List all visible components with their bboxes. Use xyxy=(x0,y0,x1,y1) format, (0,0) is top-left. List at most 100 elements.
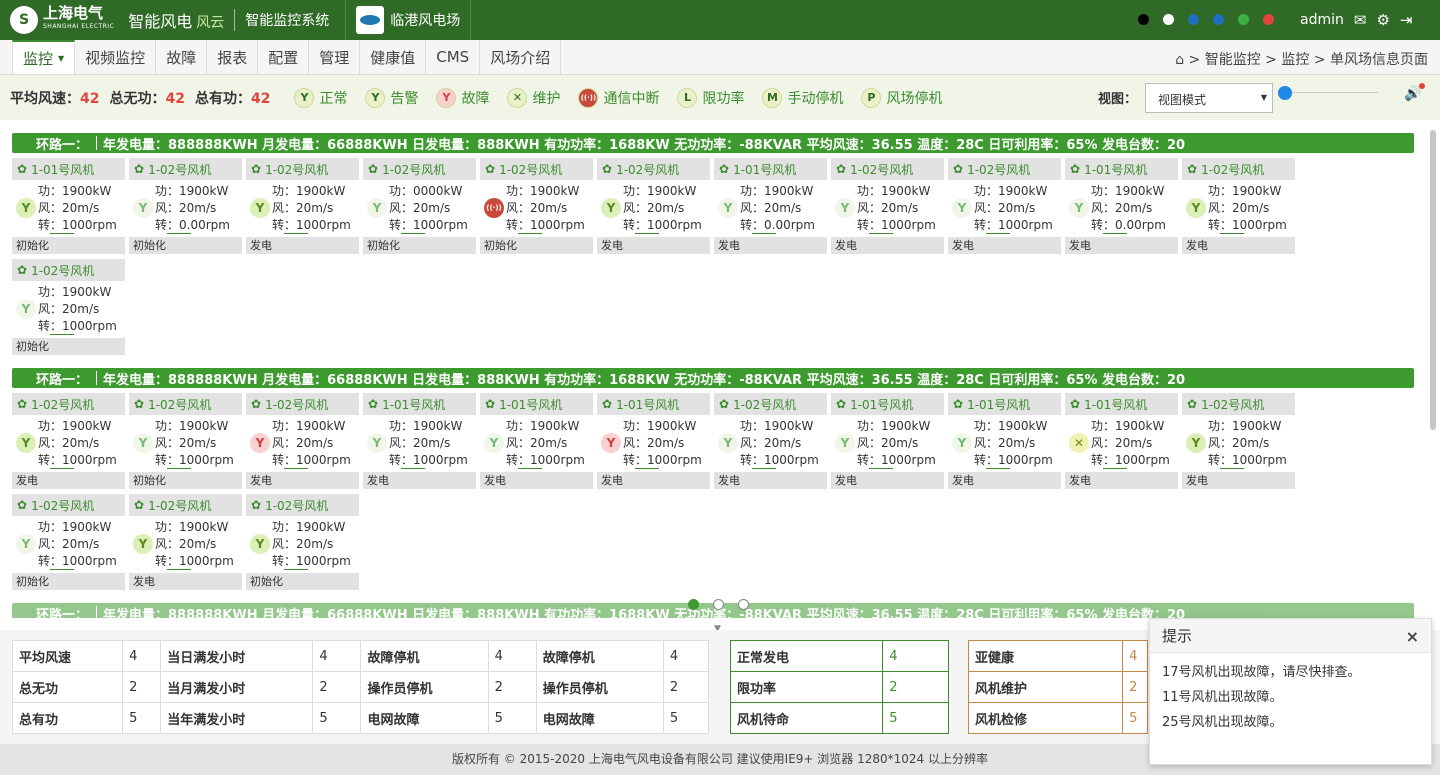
turbine-card[interactable]: ✿ 1-02号风机 Y 功：0000kW 风：20m/s 转：1000rpm 初始化 xyxy=(363,158,476,254)
turbine-card[interactable]: ✿ 1-01号风机 Y 功：1900kW 风：20m/s 转：0.00rpm 发电 xyxy=(714,158,827,254)
divider xyxy=(96,606,98,618)
turbine-wind: 风：20m/s xyxy=(1208,436,1270,450)
turbine-card[interactable]: ✿ 1-02号风机 ((·)) 功：1900kW 风：20m/s 转：1000rpm 初始化 xyxy=(480,158,593,254)
view-label: 视图： xyxy=(1098,92,1138,107)
theme-dot[interactable] xyxy=(1163,14,1174,25)
turbine-card[interactable]: ✿ 1-01号风机 Y 功：1900kW 风：20m/s 转：1000rpm 发电 xyxy=(597,393,710,489)
turbine-status: 发电 xyxy=(246,472,359,489)
turbine-status-icon: Y xyxy=(250,433,270,453)
turbine-wind: 风：20m/s xyxy=(155,436,217,450)
turbine-card[interactable]: ✿ 1-02号风机 Y 功：1900kW 风：20m/s 转：1000rpm 发电 xyxy=(246,393,359,489)
summary-value: 2 xyxy=(122,671,162,703)
turbine-card[interactable]: ✿ 1-01号风机 Y 功：1900kW 风：20m/s 转：1000rpm 发电 xyxy=(831,393,944,489)
turbine-card[interactable]: ✿ 1-02号风机 Y 功：1900kW 风：20m/s 转：1000rpm 发电 xyxy=(714,393,827,489)
turbine-card[interactable]: ✿ 1-02号风机 Y 功：1900kW 风：20m/s 转：1000rpm 发电 xyxy=(246,158,359,254)
status-value: 4 xyxy=(1122,640,1148,672)
turbine-rpm: 转：1000rpm xyxy=(623,453,702,467)
mail-icon[interactable]: ✉ xyxy=(1354,11,1367,29)
turbine-card[interactable]: ✿ 1-01号风机 Y 功：1900kW 风：20m/s 转：1000rpm 发电 xyxy=(480,393,593,489)
menu-video[interactable]: 视频监控 xyxy=(75,40,157,74)
turbine-body: Y 功：1900kW 风：20m/s 转：1000rpm xyxy=(597,415,710,472)
menu-fault[interactable]: 故障 xyxy=(156,40,208,74)
scrollbar[interactable] xyxy=(1430,130,1436,430)
rpm-underline xyxy=(50,334,74,335)
theme-dot[interactable] xyxy=(1213,14,1224,25)
turbine-card[interactable]: ✿ 1-02号风机 Y 功：1900kW 风：20m/s 转：1000rpm 发电 xyxy=(948,158,1061,254)
chevron-down-icon: ▼ xyxy=(58,53,65,63)
turbine-card[interactable]: ✿ 1-02号风机 Y 功：1900kW 风：20m/s 转：1000rpm 发电 xyxy=(597,158,710,254)
turbine-wind: 风：20m/s xyxy=(623,201,685,215)
turbine-card[interactable]: ✿ 1-02号风机 Y 功：1900kW 风：20m/s 转：1000rpm 发电 xyxy=(1182,158,1295,254)
username[interactable]: admin xyxy=(1300,12,1344,28)
pager-dot[interactable] xyxy=(713,599,724,610)
legend-item-fault: Y 故障 xyxy=(436,87,490,108)
turbine-power: 功：1900kW xyxy=(38,285,112,299)
turbine-card[interactable]: ✿ 1-02号风机 Y 功：1900kW 风：20m/s 转：1000rpm 发电 xyxy=(831,158,944,254)
pager-dot[interactable] xyxy=(688,599,699,610)
home-icon[interactable]: ⌂ xyxy=(1175,52,1184,68)
legend-label: 手动停机 xyxy=(787,90,844,107)
turbine-body: Y 功：1900kW 风：20m/s 转：1000rpm xyxy=(12,180,125,237)
menu-manage[interactable]: 管理 xyxy=(309,40,361,74)
turbine-power: 功：1900kW xyxy=(272,184,346,198)
turbine-card[interactable]: ✿ 1-01号风机 Y 功：1900kW 风：20m/s 转：0.00rpm 发电 xyxy=(1065,158,1178,254)
turbine-card[interactable]: ✿ 1-01号风机 Y 功：1900kW 风：20m/s 转：1000rpm 发电 xyxy=(948,393,1061,489)
menu-monitor[interactable]: 监控 ▼ xyxy=(12,40,76,74)
turbine-title: ✿ 1-01号风机 xyxy=(480,393,593,415)
status-legend: Y 正常 Y 告警 Y 故障 ✕ 维护 ((·)) 通信中断 L 限功率 M 手动停机 P 风场停机 xyxy=(294,87,960,108)
pager-dot[interactable] xyxy=(738,599,749,610)
menu-cms[interactable]: CMS xyxy=(426,40,481,74)
farm-selector[interactable]: 临港风电场 xyxy=(345,0,472,40)
status-value: 5 xyxy=(1122,702,1148,734)
rpm-underline xyxy=(635,468,659,469)
theme-dot[interactable] xyxy=(1138,14,1149,25)
turbine-status: 发电 xyxy=(12,472,125,489)
turbine-card[interactable]: ✿ 1-02号风机 Y 功：1900kW 风：20m/s 转：1000rpm 初始化 xyxy=(12,259,125,355)
turbine-status-icon: Y xyxy=(952,433,972,453)
turbine-status-icon: Y xyxy=(367,198,387,218)
turbine-wind: 风：20m/s xyxy=(740,436,802,450)
turbine-status-icon: Y xyxy=(16,433,36,453)
rpm-underline xyxy=(1103,468,1127,469)
turbine-card[interactable]: ✿ 1-02号风机 Y 功：1900kW 风：20m/s 转：1000rpm 发电 xyxy=(12,393,125,489)
turbine-body: Y 功：1900kW 风：20m/s 转：1000rpm xyxy=(480,415,593,472)
logout-icon[interactable]: ⇥ xyxy=(1400,11,1413,29)
loop-header: 环路一： 年发电量：888888KWH 月发电量：66888KWH 日发电量：88… xyxy=(12,133,1414,153)
turbine-card[interactable]: ✿ 1-02号风机 Y 功：1900kW 风：20m/s 转：1000rpm 初始化 xyxy=(246,494,359,590)
turbine-body: Y 功：1900kW 风：20m/s 转：1000rpm xyxy=(246,180,359,237)
zoom-slider[interactable] xyxy=(1278,86,1378,100)
view-mode-select[interactable]: 视图模式 ▼ xyxy=(1145,83,1273,113)
menu-farm-intro[interactable]: 风场介绍 xyxy=(480,40,562,74)
turbine-card[interactable]: ✿ 1-02号风机 Y 功：1900kW 风：20m/s 转：1000rpm 初始化 xyxy=(12,494,125,590)
turbine-rpm: 转：1000rpm xyxy=(38,218,117,232)
legend-label: 告警 xyxy=(390,90,419,107)
theme-dot[interactable] xyxy=(1188,14,1199,25)
turbine-card[interactable]: ✿ 1-02号风机 Y 功：1900kW 风：20m/s 转：0.00rpm 初始化 xyxy=(129,158,242,254)
turbine-body: Y 功：1900kW 风：20m/s 转：1000rpm xyxy=(597,180,710,237)
turbine-rpm: 转：1000rpm xyxy=(272,453,351,467)
turbine-card[interactable]: ✿ 1-01号风机 Y 功：1900kW 风：20m/s 转：1000rpm 发电 xyxy=(363,393,476,489)
menu-config[interactable]: 配置 xyxy=(258,40,310,74)
turbine-card[interactable]: ✿ 1-02号风机 Y 功：1900kW 风：20m/s 转：1000rpm 发电 xyxy=(129,494,242,590)
menu-report[interactable]: 报表 xyxy=(207,40,259,74)
slider-handle[interactable] xyxy=(1278,86,1292,100)
theme-dot[interactable] xyxy=(1263,14,1274,25)
rpm-underline xyxy=(635,233,659,234)
turbine-card[interactable]: ✿ 1-02号风机 Y 功：1900kW 风：20m/s 转：1000rpm 发电 xyxy=(1182,393,1295,489)
theme-dot[interactable] xyxy=(1238,14,1249,25)
turbine-name: 1-02号风机 xyxy=(148,162,212,177)
legend-label: 故障 xyxy=(461,90,490,107)
alarm-status-icon: Y xyxy=(365,87,386,108)
turbine-wind: 风：20m/s xyxy=(506,201,568,215)
turbine-status: 发电 xyxy=(246,237,359,254)
turbine-card[interactable]: ✿ 1-01号风机 ✕ 功：1900kW 风：20m/s 转：1000rpm 发电 xyxy=(1065,393,1178,489)
gear-icon[interactable]: ⚙ xyxy=(1376,11,1389,29)
menu-health[interactable]: 健康值 xyxy=(360,40,427,74)
loop-name: 环路一： xyxy=(36,137,89,153)
turbine-card[interactable]: ✿ 1-01号风机 Y 功：1900kW 风：20m/s 转：1000rpm 初始化 xyxy=(12,158,125,254)
turbine-status-icon: Y xyxy=(718,433,738,453)
speaker-icon[interactable]: 🔊 xyxy=(1404,83,1426,102)
turbine-card[interactable]: ✿ 1-02号风机 Y 功：1900kW 风：20m/s 转：1000rpm 初始化 xyxy=(129,393,242,489)
gear-icon: ✿ xyxy=(719,397,730,411)
close-icon[interactable]: × xyxy=(1406,627,1419,646)
